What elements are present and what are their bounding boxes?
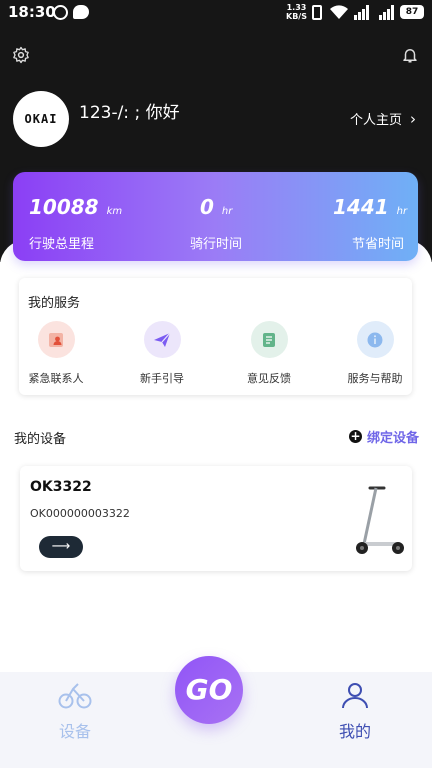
user-icon: [342, 683, 368, 709]
nav-mine-label: 我的: [338, 722, 371, 741]
service-help[interactable]: 服务与帮助: [335, 321, 415, 386]
stat-saved-time-label: 节省时间: [352, 237, 405, 252]
stat-mileage-label: 行驶总里程: [29, 237, 95, 252]
bind-device-button[interactable]: + 绑定设备: [349, 427, 419, 446]
info-icon: [356, 321, 394, 358]
stat-saved-time-value: 1441 hr: [333, 195, 407, 219]
vibrate-icon: [312, 5, 322, 20]
network-speed: 1.33 KB/S: [286, 3, 307, 21]
speed-value: 1.33: [286, 3, 307, 12]
plus-icon: +: [349, 429, 362, 443]
nav-devices-label: 设备: [58, 722, 91, 741]
bell-icon[interactable]: [401, 46, 419, 64]
nav-mine-tab[interactable]: 我的: [330, 680, 380, 742]
speed-unit: KB/S: [286, 12, 307, 21]
greeting-text: 123-/: ; 你好: [79, 103, 180, 123]
status-bar: 18:30 1.33 KB/S 87: [0, 0, 432, 26]
stat-unit: km: [106, 206, 123, 217]
stat-unit: hr: [396, 206, 408, 217]
services-title: 我的服务: [28, 296, 81, 311]
service-label: 紧急联系人: [28, 372, 84, 385]
stat-ride-time-value: 0 hr: [200, 195, 232, 219]
device-card[interactable]: OK3322 OK000000003322 ⟶: [20, 466, 412, 571]
feedback-note-icon: [250, 321, 288, 358]
go-button[interactable]: GO: [175, 656, 243, 724]
paper-plane-icon: [143, 321, 181, 358]
stat-ride-time-label: 骑行时间: [190, 237, 243, 252]
nav-devices-tab[interactable]: 设备: [50, 680, 100, 742]
bicycle-icon: [58, 683, 92, 709]
service-label: 意见反馈: [247, 372, 291, 385]
status-chat-icon: [73, 5, 89, 19]
status-check-icon: [53, 5, 68, 20]
device-serial: OK000000003322: [30, 507, 130, 520]
stat-mileage-value: 10088 km: [29, 195, 122, 219]
profile-link-label: 个人主页: [350, 113, 403, 128]
service-label: 新手引导: [140, 372, 184, 385]
signal-icon: [354, 5, 369, 20]
stat-value: 10088: [29, 195, 99, 219]
service-emergency-contact[interactable]: 紧急联系人: [16, 321, 96, 386]
service-feedback[interactable]: 意见反馈: [229, 321, 309, 386]
scooter-icon: [356, 486, 404, 554]
emergency-contact-icon: [37, 321, 75, 358]
signal-icon-2: [379, 5, 394, 20]
service-beginner-guide[interactable]: 新手引导: [122, 321, 202, 386]
wifi-icon: [330, 5, 348, 19]
devices-section-title: 我的设备: [14, 432, 67, 447]
service-label: 服务与帮助: [347, 372, 403, 385]
stat-value: 0: [200, 195, 214, 219]
device-name: OK3322: [30, 479, 92, 495]
profile-link[interactable]: 个人主页 ›: [350, 109, 417, 129]
battery-icon: 87: [400, 5, 424, 19]
stat-unit: hr: [221, 206, 233, 217]
arrow-right-icon[interactable]: ⟶: [39, 536, 83, 558]
services-card: 我的服务 紧急联系人 新手引导 意见反馈 服务与帮助: [19, 278, 412, 395]
bind-device-label: 绑定设备: [367, 431, 420, 446]
stat-value: 1441: [333, 195, 389, 219]
status-time: 18:30: [8, 3, 56, 21]
gear-icon[interactable]: [12, 46, 30, 64]
chevron-right-icon: ›: [410, 109, 417, 128]
ride-stats-card: 10088 km 0 hr 1441 hr 行驶总里程 骑行时间 节省时间: [13, 172, 418, 261]
avatar[interactable]: OKAI: [13, 91, 69, 147]
